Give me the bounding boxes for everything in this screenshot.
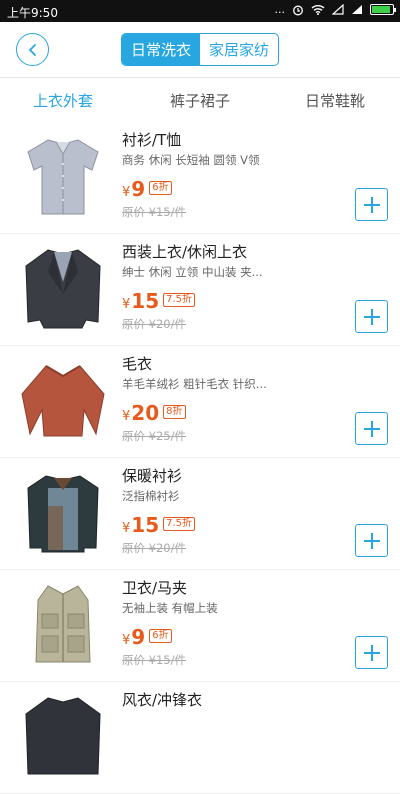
product-list: 衬衫/T恤 商务 休闲 长短袖 圆领 V领 ¥ 9 6折 原价 ¥15/件 西装… — [0, 122, 400, 794]
list-item[interactable]: 西装上衣/休闲上衣 绅士 休闲 立领 中山装 夹... ¥ 15 7.5折 原价… — [0, 234, 400, 346]
warm-shirt-icon — [27, 475, 99, 553]
segment-daily-laundry[interactable]: 日常洗衣 — [122, 34, 200, 65]
list-item[interactable]: 衬衫/T恤 商务 休闲 长短袖 圆领 V领 ¥ 9 6折 原价 ¥15/件 — [0, 122, 400, 234]
plus-icon — [363, 644, 380, 661]
status-more-icon: ... — [274, 3, 286, 16]
plus-icon — [363, 196, 380, 213]
original-price: 原价 ¥15/件 — [122, 653, 186, 667]
status-bar: 上午9:50 ... — [0, 0, 400, 22]
add-button[interactable] — [355, 300, 388, 333]
item-tags: 无袖上装 有帽上装 — [122, 601, 218, 615]
list-item[interactable]: 保暖衬衫 泛指棉衬衫 ¥ 15 7.5折 原价 ¥20/件 — [0, 458, 400, 570]
plus-icon — [363, 420, 380, 437]
discount-badge: 6折 — [149, 181, 172, 195]
tab-tops[interactable]: 上衣外套 — [33, 90, 93, 111]
original-price: 原价 ¥20/件 — [122, 541, 186, 555]
signal-icon — [332, 4, 344, 15]
add-button[interactable] — [355, 412, 388, 445]
item-tags: 绅士 休闲 立领 中山装 夹... — [122, 265, 263, 279]
item-name: 卫衣/马夹 — [122, 579, 188, 597]
item-tags: 泛指棉衬衫 — [122, 489, 180, 503]
item-price: ¥ 9 6折 — [122, 177, 172, 201]
discount-badge: 7.5折 — [163, 293, 196, 307]
blazer-icon — [25, 249, 101, 329]
discount-badge: 7.5折 — [163, 517, 196, 531]
item-tags: 商务 休闲 长短袖 圆领 V领 — [122, 153, 260, 167]
back-button[interactable] — [16, 33, 49, 66]
original-price: 原价 ¥20/件 — [122, 317, 186, 331]
list-item[interactable]: 毛衣 羊毛羊绒衫 粗针毛衣 针织... ¥ 20 8折 原价 ¥25/件 — [0, 346, 400, 458]
item-price: ¥ 15 7.5折 — [122, 289, 196, 313]
item-name: 保暖衬衫 — [122, 467, 183, 485]
alarm-icon — [293, 5, 303, 15]
item-price: ¥ 20 8折 — [122, 401, 186, 425]
discount-badge: 8折 — [163, 405, 186, 419]
discount-badge: 6折 — [149, 629, 172, 643]
jacket-icon — [25, 697, 101, 775]
add-button[interactable] — [355, 524, 388, 557]
tab-shoes[interactable]: 日常鞋靴 — [305, 90, 365, 111]
plus-icon — [363, 308, 380, 325]
sweater-icon — [21, 365, 105, 437]
status-time: 上午9:50 — [7, 6, 58, 20]
plus-icon — [363, 532, 380, 549]
signal2-icon — [352, 5, 362, 14]
chevron-left-icon — [28, 43, 36, 56]
list-item[interactable]: 卫衣/马夹 无袖上装 有帽上装 ¥ 9 6折 原价 ¥15/件 — [0, 570, 400, 682]
segment-home-textiles[interactable]: 家居家纺 — [200, 34, 278, 65]
status-icons: ... — [274, 3, 396, 16]
add-button[interactable] — [355, 636, 388, 669]
item-name: 衬衫/T恤 — [122, 131, 182, 149]
item-name: 毛衣 — [122, 355, 153, 373]
item-price: ¥ 9 6折 — [122, 625, 172, 649]
battery-icon — [370, 4, 396, 15]
list-item[interactable]: 风衣/冲锋衣 — [0, 682, 400, 794]
header-bar: 日常洗衣 家居家纺 — [0, 22, 400, 78]
original-price: 原价 ¥15/件 — [122, 205, 186, 219]
shirt-icon — [27, 139, 99, 215]
add-button[interactable] — [355, 188, 388, 221]
subcategory-tabs: 上衣外套 裤子裙子 日常鞋靴 — [0, 78, 400, 122]
item-name: 西装上衣/休闲上衣 — [122, 243, 248, 261]
item-price: ¥ 15 7.5折 — [122, 513, 196, 537]
item-tags: 羊毛羊绒衫 粗针毛衣 针织... — [122, 377, 267, 391]
original-price: 原价 ¥25/件 — [122, 429, 186, 443]
item-name: 风衣/冲锋衣 — [122, 691, 203, 709]
vest-icon — [35, 585, 91, 663]
tab-pants-skirts[interactable]: 裤子裙子 — [170, 90, 230, 111]
wifi-icon — [311, 5, 325, 15]
category-segmented-control: 日常洗衣 家居家纺 — [121, 33, 279, 66]
